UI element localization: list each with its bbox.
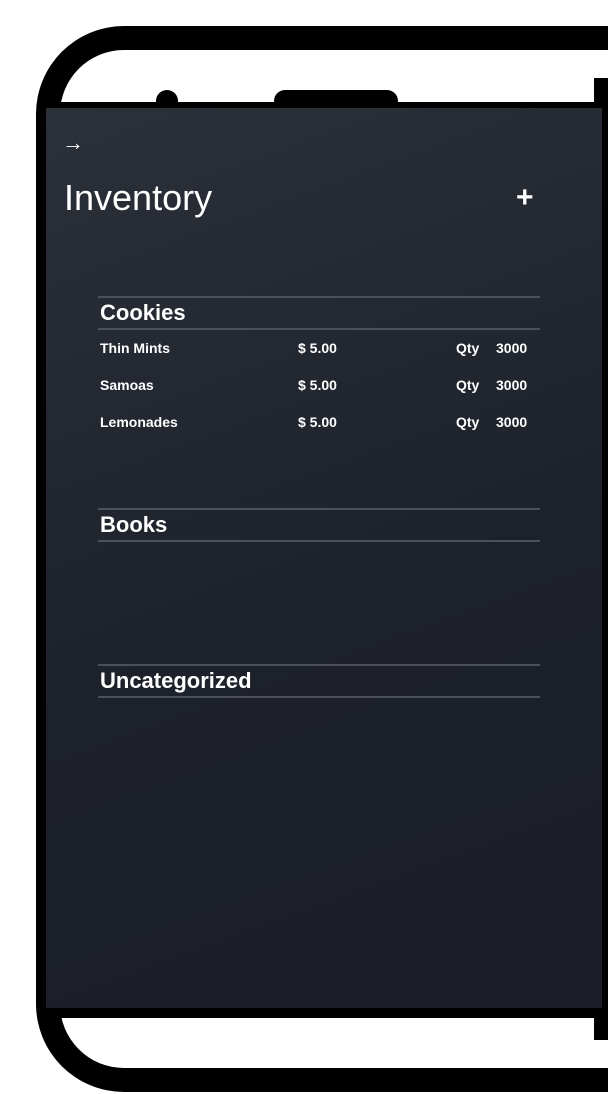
category-title: Books [100, 512, 168, 537]
item-qty: 3000 [496, 340, 528, 356]
category-section-books: Books [98, 508, 540, 542]
category-title: Uncategorized [100, 668, 252, 693]
item-price: $ 5.00 [298, 414, 337, 430]
category-header[interactable]: Cookies [98, 296, 540, 330]
category-section-cookies: Cookies Thin Mints $ 5.00 Qty 3000 Samoa… [98, 296, 540, 441]
add-icon[interactable]: + [516, 182, 534, 214]
list-item[interactable]: Lemonades $ 5.00 Qty 3000 [98, 404, 540, 441]
item-qty-label: Qty [456, 377, 480, 393]
item-qty: 3000 [496, 377, 528, 393]
item-qty-label: Qty [456, 414, 480, 430]
item-qty-label: Qty [456, 340, 480, 356]
item-name: Lemonades [100, 414, 178, 430]
category-header[interactable]: Books [98, 508, 540, 542]
category-section-uncategorized: Uncategorized [98, 664, 540, 698]
item-price: $ 5.00 [298, 377, 337, 393]
item-qty: 3000 [496, 414, 528, 430]
category-title: Cookies [100, 300, 186, 325]
item-price: $ 5.00 [298, 340, 337, 356]
item-name: Thin Mints [100, 340, 170, 356]
arrow-right-icon[interactable]: → [62, 132, 84, 154]
app-screen: → Inventory + Cookies Thin Mints $ 5.00 … [46, 102, 602, 1018]
item-name: Samoas [100, 377, 154, 393]
list-item[interactable]: Thin Mints $ 5.00 Qty 3000 [98, 330, 540, 367]
category-header[interactable]: Uncategorized [98, 664, 540, 698]
list-item[interactable]: Samoas $ 5.00 Qty 3000 [98, 367, 540, 404]
page-title: Inventory [64, 177, 213, 218]
